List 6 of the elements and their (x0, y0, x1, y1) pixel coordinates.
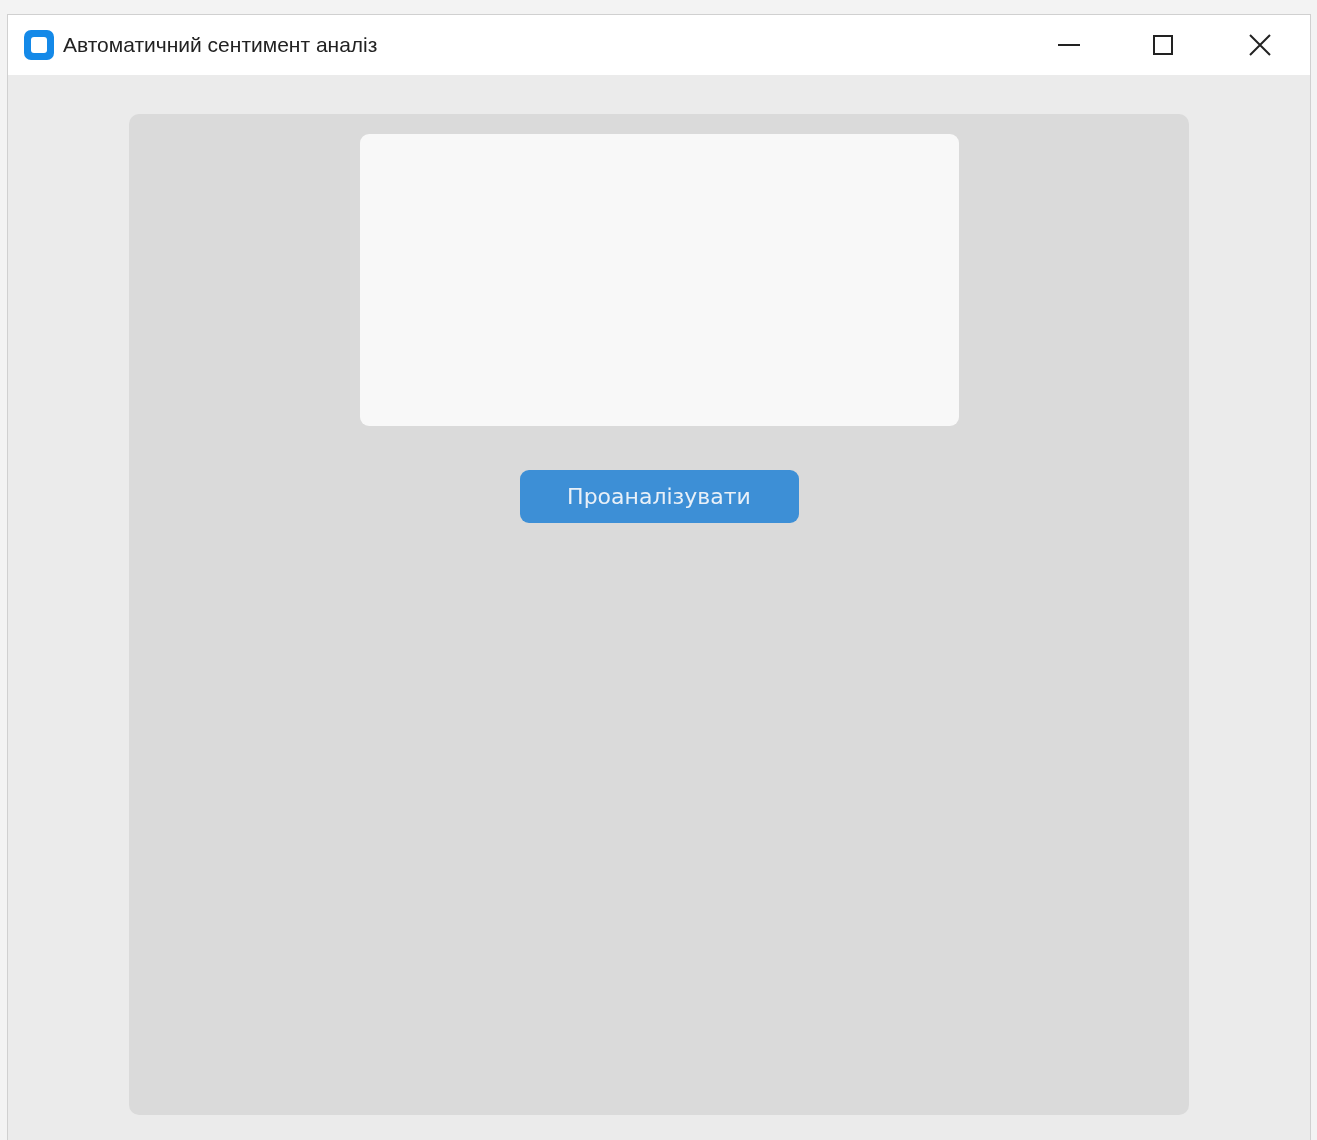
text-input-field[interactable] (359, 134, 959, 426)
window-title: Автоматичний сентимент аналіз (63, 33, 379, 57)
maximize-icon[interactable] (1152, 34, 1174, 56)
close-icon[interactable] (1249, 34, 1271, 56)
analyze-button[interactable]: Проаналізувати (519, 470, 799, 523)
app-icon (23, 29, 55, 61)
